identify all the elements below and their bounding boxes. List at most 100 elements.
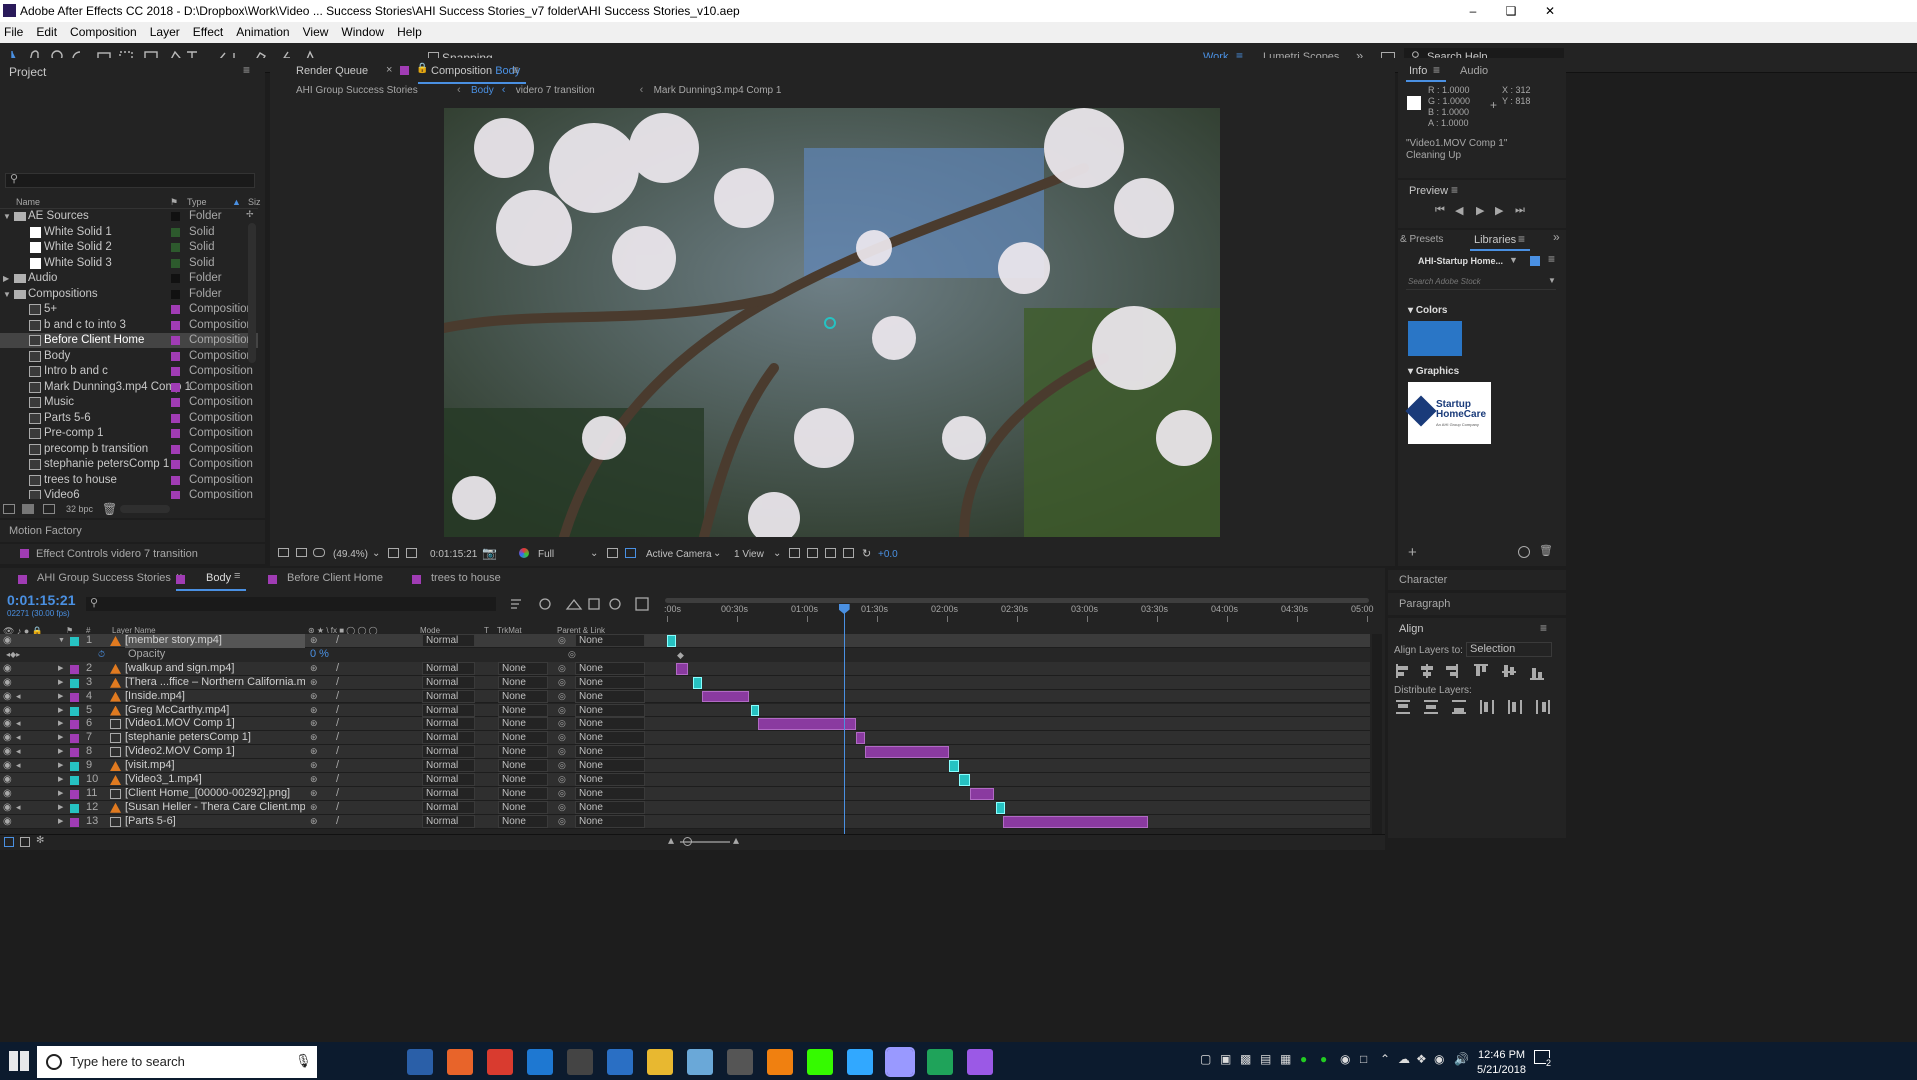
project-item[interactable]: ▼ AE Sources Folder bbox=[0, 209, 258, 224]
pickwhip-icon[interactable]: ◎ bbox=[558, 773, 566, 787]
quality-switch-icon[interactable]: / bbox=[336, 662, 339, 676]
quality-switch-icon[interactable]: / bbox=[336, 690, 339, 704]
twirl-right-icon[interactable]: ▶ bbox=[58, 704, 63, 718]
photoshop-icon[interactable] bbox=[847, 1049, 873, 1075]
trkmat-dropdown[interactable]: None bbox=[498, 661, 548, 675]
comp-flowchart-icon[interactable] bbox=[4, 837, 14, 847]
restore-button[interactable]: ❑ bbox=[1504, 0, 1518, 22]
mode-dropdown[interactable]: Normal bbox=[422, 675, 475, 689]
col-type[interactable]: Type bbox=[187, 195, 207, 209]
shy-switch-icon[interactable]: ⊛ bbox=[310, 690, 318, 704]
col-name[interactable]: Name bbox=[16, 195, 40, 209]
tray-app-icon[interactable]: ▦ bbox=[1280, 1052, 1291, 1066]
trkmat-dropdown[interactable]: None bbox=[498, 717, 548, 731]
menu-edit[interactable]: Edit bbox=[36, 25, 57, 39]
quality-switch-icon[interactable]: / bbox=[336, 717, 339, 731]
quality-switch-icon[interactable]: / bbox=[336, 787, 339, 801]
speaker-icon[interactable]: 🔊 bbox=[1454, 1052, 1469, 1066]
play-icon[interactable]: ▶ bbox=[1476, 204, 1484, 217]
breadcrumb-item[interactable]: Body bbox=[471, 85, 494, 96]
project-menu-icon[interactable]: ≡ bbox=[243, 63, 250, 77]
layer-label-swatch[interactable] bbox=[70, 748, 79, 758]
layer-duration-bar[interactable] bbox=[865, 746, 950, 759]
project-item[interactable]: White Solid 1 Solid bbox=[0, 225, 258, 240]
camera-dropdown[interactable]: Active Camera bbox=[646, 549, 712, 560]
current-time-display[interactable]: 0:01:15:21 bbox=[430, 549, 477, 560]
project-item[interactable]: Music Composition bbox=[0, 395, 258, 410]
layer-label-swatch[interactable] bbox=[70, 720, 79, 730]
character-label[interactable]: Character bbox=[1399, 574, 1447, 586]
trkmat-dropdown[interactable]: None bbox=[498, 689, 548, 703]
trkmat-dropdown[interactable]: None bbox=[498, 745, 548, 759]
layer-label-swatch[interactable] bbox=[70, 692, 79, 702]
menu-window[interactable]: Window bbox=[341, 25, 384, 39]
dropbox-icon[interactable]: ❖ bbox=[1416, 1052, 1427, 1066]
task-view-icon[interactable] bbox=[367, 1049, 393, 1075]
eye-icon[interactable]: ◉ bbox=[3, 704, 12, 718]
project-item[interactable]: stephanie petersComp 1 Composition bbox=[0, 457, 258, 472]
tray-overflow-icon[interactable]: ⌃ bbox=[1380, 1052, 1390, 1066]
chrome-icon[interactable] bbox=[487, 1049, 513, 1075]
preview-menu-icon[interactable]: ≡ bbox=[1451, 183, 1458, 197]
speaker-icon[interactable]: ◂ bbox=[16, 717, 21, 731]
twirl-right-icon[interactable]: ▶ bbox=[58, 731, 63, 745]
trkmat-dropdown[interactable]: None bbox=[498, 703, 548, 717]
tab-composition[interactable]: Composition Body bbox=[431, 65, 520, 77]
new-comp-icon[interactable] bbox=[43, 504, 55, 514]
parent-dropdown[interactable]: None bbox=[575, 786, 645, 800]
motion-factory-label[interactable]: Motion Factory bbox=[9, 525, 82, 537]
shy-switch-icon[interactable]: ⊛ bbox=[310, 787, 318, 801]
layer-label-swatch[interactable] bbox=[70, 762, 79, 772]
pickwhip-icon[interactable]: ◎ bbox=[558, 801, 566, 815]
after-effects-icon[interactable] bbox=[885, 1047, 915, 1077]
edge-icon[interactable] bbox=[527, 1049, 553, 1075]
shy-switch-icon[interactable]: ⊛ bbox=[310, 662, 318, 676]
vlc-icon[interactable] bbox=[767, 1049, 793, 1075]
flowchart-icon[interactable] bbox=[843, 548, 854, 558]
trkmat-dropdown[interactable]: None bbox=[498, 759, 548, 773]
time-ruler[interactable]: :00s 00:30s 01:00s 01:30s 02:00s 02:30s 03:00s… bbox=[662, 598, 1374, 624]
parent-dropdown[interactable]: None bbox=[575, 759, 645, 773]
clock-date[interactable]: 5/21/2018 bbox=[1477, 1064, 1526, 1076]
layer-duration-bar[interactable] bbox=[1003, 815, 1148, 828]
graphics-section[interactable]: ▾ Graphics bbox=[1408, 366, 1459, 377]
info-menu-icon[interactable]: ≡ bbox=[1433, 63, 1440, 77]
mode-dropdown[interactable]: Normal bbox=[422, 731, 475, 745]
pickwhip-icon[interactable]: ◎ bbox=[558, 662, 566, 676]
parent-dropdown[interactable]: None bbox=[575, 717, 645, 731]
mode-dropdown[interactable]: Normal bbox=[422, 634, 475, 647]
twirl-right-icon[interactable]: ▶ bbox=[58, 745, 63, 759]
breadcrumb-item[interactable]: videro 7 transition bbox=[516, 85, 595, 96]
stopwatch-icon[interactable]: ⏱ bbox=[98, 648, 105, 662]
speaker-icon[interactable]: ◂ bbox=[16, 731, 21, 745]
project-item[interactable]: White Solid 2 Solid bbox=[0, 240, 258, 255]
tab-render-queue[interactable]: Render Queue bbox=[296, 65, 368, 77]
parent-dropdown[interactable]: None bbox=[575, 689, 645, 703]
next-frame-icon[interactable]: ▶ bbox=[1495, 204, 1503, 217]
project-item[interactable]: 5+ Composition bbox=[0, 302, 258, 317]
mode-dropdown[interactable]: Normal bbox=[422, 800, 475, 814]
label-swatch[interactable] bbox=[171, 413, 180, 423]
eye-icon[interactable]: ◉ bbox=[3, 717, 12, 731]
align-label[interactable]: Align bbox=[1399, 623, 1423, 635]
shy-switch-icon[interactable]: ⊛ bbox=[310, 773, 318, 787]
pickwhip-icon[interactable]: ◎ bbox=[558, 704, 566, 718]
eye-icon[interactable]: ◉ bbox=[3, 690, 12, 704]
trkmat-dropdown[interactable]: None bbox=[498, 675, 548, 689]
paragraph-label[interactable]: Paragraph bbox=[1399, 598, 1450, 610]
breadcrumb-item[interactable]: AHI Group Success Stories bbox=[296, 85, 418, 96]
layer-name[interactable]: [Parts 5-6] bbox=[125, 815, 305, 829]
shy-switch-icon[interactable]: ⊛ bbox=[310, 676, 318, 690]
twirl-right-icon[interactable]: ▶ bbox=[58, 676, 63, 690]
project-item[interactable]: Mark Dunning3.mp4 Comp 1 Composition bbox=[0, 380, 258, 395]
layer-label-swatch[interactable] bbox=[70, 637, 79, 646]
parent-dropdown[interactable]: None bbox=[575, 800, 645, 814]
twirl-down-icon[interactable]: ▼ bbox=[3, 287, 11, 302]
layer-duration-bar[interactable] bbox=[958, 774, 971, 786]
mode-dropdown[interactable]: Normal bbox=[422, 773, 475, 786]
expand-modes-icon[interactable]: ✻ bbox=[36, 835, 44, 846]
quality-switch-icon[interactable]: / bbox=[336, 815, 339, 829]
exposure-value[interactable]: +0.0 bbox=[878, 549, 898, 560]
mode-dropdown[interactable]: Normal bbox=[422, 814, 475, 828]
tray-green-icon[interactable]: ● bbox=[1320, 1052, 1327, 1066]
